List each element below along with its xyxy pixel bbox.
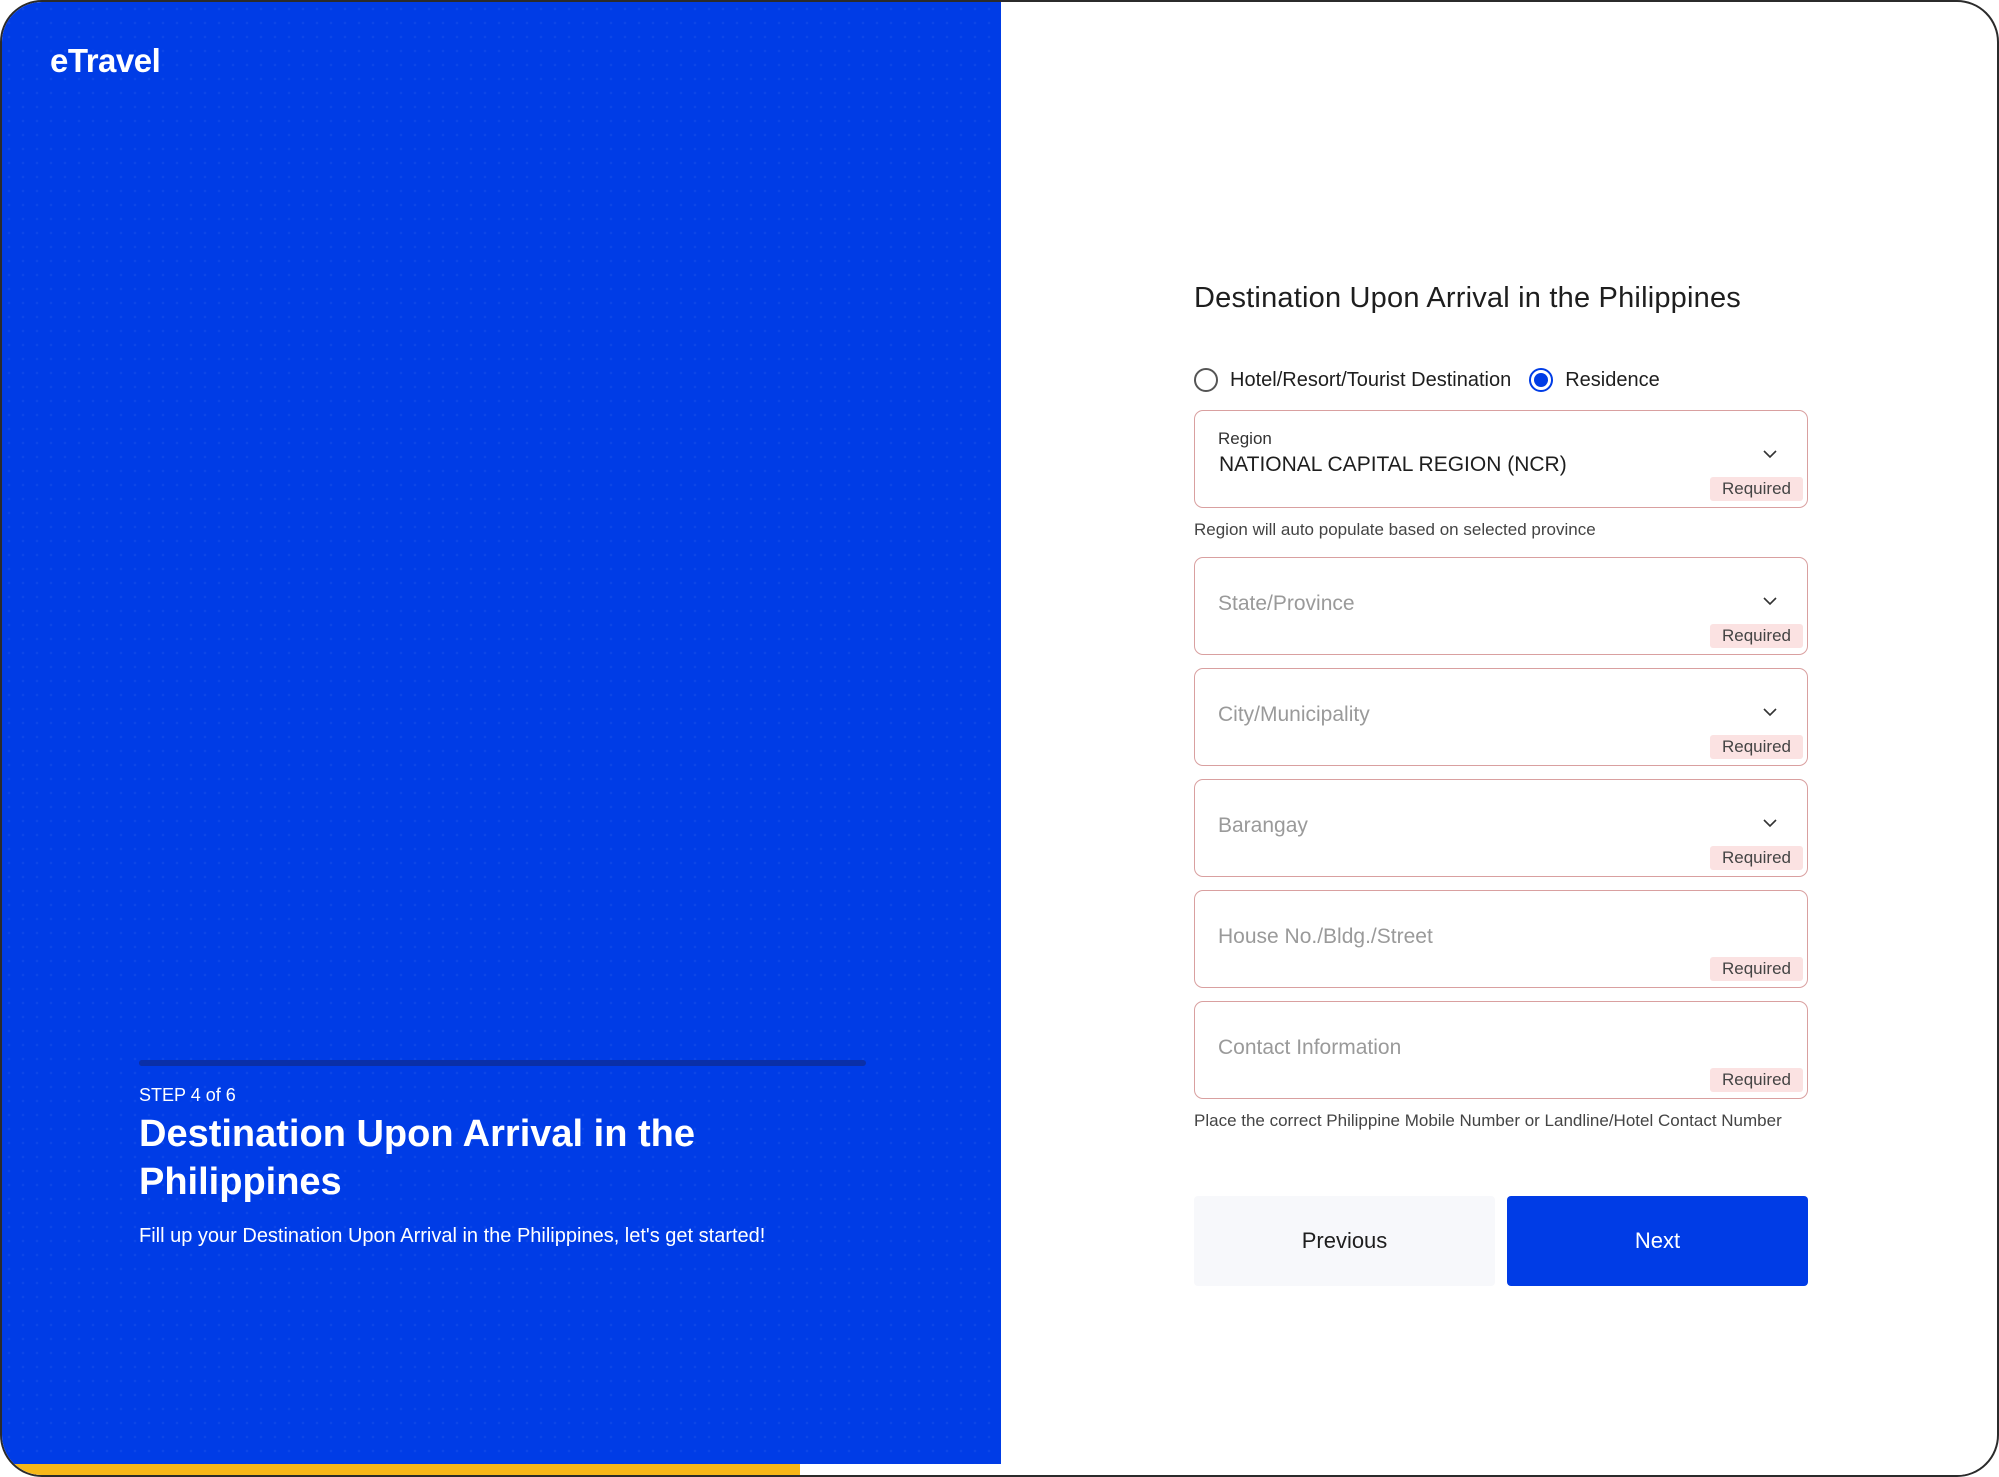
region-hint: Region will auto populate based on selec… [1194, 520, 1596, 539]
province-select[interactable]: State/Province Required [1194, 557, 1808, 655]
contact-hint: Place the correct Philippine Mobile Numb… [1194, 1111, 1782, 1130]
chevron-down-icon [1763, 450, 1777, 459]
step-progress-bar [139, 1060, 866, 1066]
step-indicator: STEP 4 of 6 [139, 1085, 236, 1105]
radio-label-residence: Residence [1565, 368, 1660, 391]
region-label: Region [1218, 429, 1272, 448]
city-placeholder: City/Municipality [1218, 703, 1370, 726]
street-input[interactable]: House No./Bldg./Street Required [1194, 890, 1808, 988]
required-badge: Required [1710, 957, 1803, 981]
chevron-down-icon [1763, 819, 1777, 828]
section-subtitle: Fill up your Destination Upon Arrival in… [139, 1225, 766, 1247]
overall-progress-fill [2, 1464, 800, 1475]
required-badge: Required [1710, 477, 1803, 501]
step-progress-fill [139, 1060, 624, 1066]
previous-button[interactable]: Previous [1194, 1196, 1495, 1286]
radio-button-hotel[interactable] [1194, 368, 1218, 392]
chevron-down-icon [1763, 597, 1777, 606]
radio-option-residence[interactable]: Residence [1529, 368, 1660, 392]
chevron-down-icon [1763, 708, 1777, 717]
radio-button-residence[interactable] [1529, 368, 1554, 392]
barangay-placeholder: Barangay [1218, 814, 1308, 837]
contact-input[interactable]: Contact Information Required [1194, 1001, 1808, 1099]
required-badge: Required [1710, 624, 1803, 648]
destination-type-radio-group: Hotel/Resort/Tourist Destination Residen… [1194, 368, 1678, 392]
radio-label-hotel: Hotel/Resort/Tourist Destination [1230, 368, 1512, 391]
region-value: NATIONAL CAPITAL REGION (NCR) [1219, 453, 1567, 476]
region-select[interactable]: Region NATIONAL CAPITAL REGION (NCR) Req… [1194, 410, 1808, 508]
required-badge: Required [1710, 846, 1803, 870]
overall-progress-bar [2, 1464, 1997, 1475]
city-select[interactable]: City/Municipality Required [1194, 668, 1808, 766]
form-panel: Destination Upon Arrival in the Philippi… [1001, 2, 1997, 1475]
next-button[interactable]: Next [1507, 1196, 1808, 1286]
section-title: Destination Upon Arrival in the Philippi… [139, 1113, 695, 1203]
etravel-logo: eTravel [50, 42, 161, 79]
province-placeholder: State/Province [1218, 592, 1355, 615]
street-placeholder: House No./Bldg./Street [1218, 925, 1433, 948]
app-frame: eTravel STEP 4 of 6 Destination Upon Arr… [0, 0, 1999, 1477]
barangay-select[interactable]: Barangay Required [1194, 779, 1808, 877]
form-title: Destination Upon Arrival in the Philippi… [1194, 282, 1742, 314]
contact-placeholder: Contact Information [1218, 1036, 1402, 1059]
left-panel: eTravel STEP 4 of 6 Destination Upon Arr… [2, 2, 1001, 1475]
required-badge: Required [1710, 735, 1803, 759]
required-badge: Required [1710, 1068, 1803, 1092]
radio-option-hotel[interactable]: Hotel/Resort/Tourist Destination [1194, 368, 1511, 392]
